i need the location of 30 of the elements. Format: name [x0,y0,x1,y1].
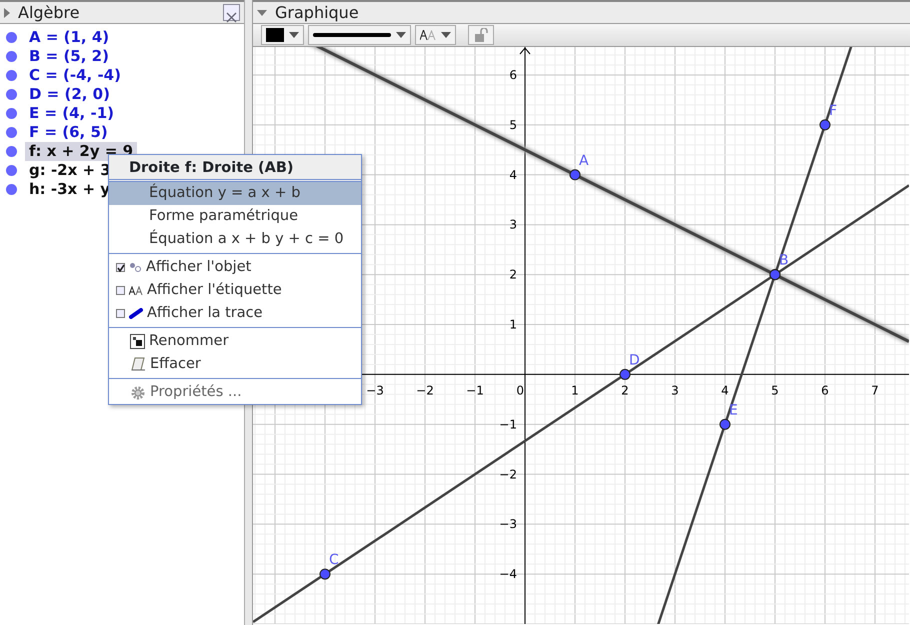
point-label: C [329,552,339,568]
panel-title: Graphique [275,2,359,24]
point-label: F [829,102,838,119]
axis-tick-label: 6 [821,383,829,398]
panel-title: Algèbre [18,2,80,24]
point-label: A [579,152,589,169]
axis-tick-label: 5 [771,383,779,398]
axis-tick-label: 0 [516,383,524,398]
axis-tick-label: 4 [721,383,729,398]
axis-tick-label: −2 [416,383,434,398]
axis-tick-label: −3 [499,517,517,532]
menu-title: Droite f: Droite (AB) [109,155,361,182]
axis-tick-label: 2 [621,383,629,398]
axis-tick-label: 1 [571,383,579,398]
point-label: E [729,402,738,418]
axis-tick-label: 2 [509,268,517,282]
axis-tick-label: −3 [366,383,384,398]
axis-tick-label: −1 [466,383,484,398]
axis-tick-label: −2 [499,467,517,482]
axis-tick-label: 6 [509,68,517,82]
axis-tick-label: 4 [509,168,517,182]
axis-tick-label: −1 [499,417,517,432]
point-label: B [779,252,789,269]
axis-tick-label: 7 [871,383,879,398]
point-label: D [629,352,640,368]
axis-tick-label: 3 [509,218,517,232]
axis-tick-label: 5 [509,118,517,132]
axis-tick-label: −4 [499,567,517,582]
axis-tick-label: 3 [671,383,679,398]
axis-tick-label: 1 [509,318,517,332]
